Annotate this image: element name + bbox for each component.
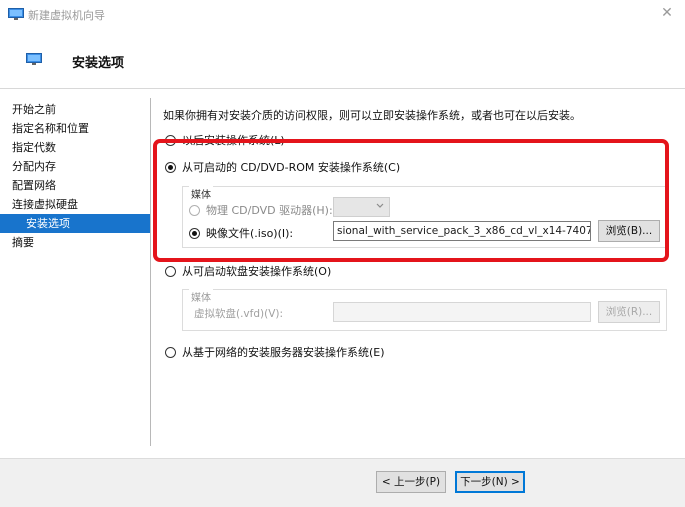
option-install-network-label: 从基于网络的安装服务器安装操作系统(E) <box>182 346 385 359</box>
page-header: 安装选项 <box>0 28 685 88</box>
window-title: 新建虚拟机向导 <box>28 9 105 22</box>
option-physical-drive[interactable]: 物理 CD/DVD 驱动器(H): <box>189 202 333 218</box>
radio-install-network[interactable] <box>165 346 176 358</box>
nav-item-networking[interactable]: 配置网络 <box>0 176 150 195</box>
radio-install-floppy[interactable] <box>165 265 176 277</box>
option-install-cd-label: 从可启动的 CD/DVD-ROM 安装操作系统(C) <box>182 161 401 174</box>
radio-physical-drive[interactable] <box>189 204 200 216</box>
page-title: 安装选项 <box>72 56 125 71</box>
option-install-later[interactable]: 以后安装操作系统(L) <box>165 132 285 148</box>
radio-image-file[interactable] <box>189 227 200 239</box>
option-install-cd[interactable]: 从可启动的 CD/DVD-ROM 安装操作系统(C) <box>165 159 400 175</box>
nav-divider <box>150 98 151 446</box>
browse-image-button[interactable]: 浏览(B)... <box>598 220 660 242</box>
image-file-label: 映像文件(.iso)(I): <box>206 227 294 240</box>
physical-drive-select[interactable] <box>333 197 390 217</box>
option-install-network[interactable]: 从基于网络的安装服务器安装操作系统(E) <box>165 344 385 360</box>
virtual-floppy-label: 虚拟软盘(.vfd)(V): <box>194 308 284 320</box>
wizard-footer: < 上一步(P) 下一步(N) > <box>0 459 685 507</box>
floppy-media-legend: 媒体 <box>189 289 213 304</box>
close-icon[interactable]: ✕ <box>657 4 677 22</box>
previous-button[interactable]: < 上一步(P) <box>376 471 446 493</box>
option-install-floppy[interactable]: 从可启动软盘安装操作系统(O) <box>165 263 331 279</box>
nav-item-virtual-hard-disk[interactable]: 连接虚拟硬盘 <box>0 195 150 214</box>
next-button[interactable]: 下一步(N) > <box>455 471 525 493</box>
header-divider <box>0 88 685 89</box>
nav-item-generation[interactable]: 指定代数 <box>0 138 150 157</box>
wizard-nav: 开始之前 指定名称和位置 指定代数 分配内存 配置网络 连接虚拟硬盘 安装选项 … <box>0 100 150 252</box>
image-file-input[interactable]: sional_with_service_pack_3_x86_cd_vl_x14… <box>333 221 591 241</box>
nav-item-summary[interactable]: 摘要 <box>0 233 150 252</box>
chevron-down-icon <box>375 201 385 214</box>
option-install-floppy-label: 从可启动软盘安装操作系统(O) <box>182 265 332 278</box>
nav-item-memory[interactable]: 分配内存 <box>0 157 150 176</box>
physical-drive-label: 物理 CD/DVD 驱动器(H): <box>206 204 333 217</box>
nav-item-name-location[interactable]: 指定名称和位置 <box>0 119 150 138</box>
browse-floppy-button[interactable]: 浏览(R)... <box>598 301 660 323</box>
monitor-icon <box>26 53 42 65</box>
nav-item-installation-options[interactable]: 安装选项 <box>0 214 150 233</box>
nav-item-before-you-begin[interactable]: 开始之前 <box>0 100 150 119</box>
intro-text: 如果你拥有对安装介质的访问权限，则可以立即安装操作系统，或者也可在以后安装。 <box>163 109 581 122</box>
monitor-icon <box>8 8 24 20</box>
radio-install-later[interactable] <box>165 134 176 146</box>
option-image-file[interactable]: 映像文件(.iso)(I): <box>189 225 293 241</box>
virtual-floppy-input[interactable] <box>333 302 591 322</box>
option-install-later-label: 以后安装操作系统(L) <box>182 134 285 147</box>
title-bar: 新建虚拟机向导 ✕ <box>0 0 685 28</box>
radio-install-cd[interactable] <box>165 161 176 173</box>
cd-media-legend: 媒体 <box>189 186 213 201</box>
